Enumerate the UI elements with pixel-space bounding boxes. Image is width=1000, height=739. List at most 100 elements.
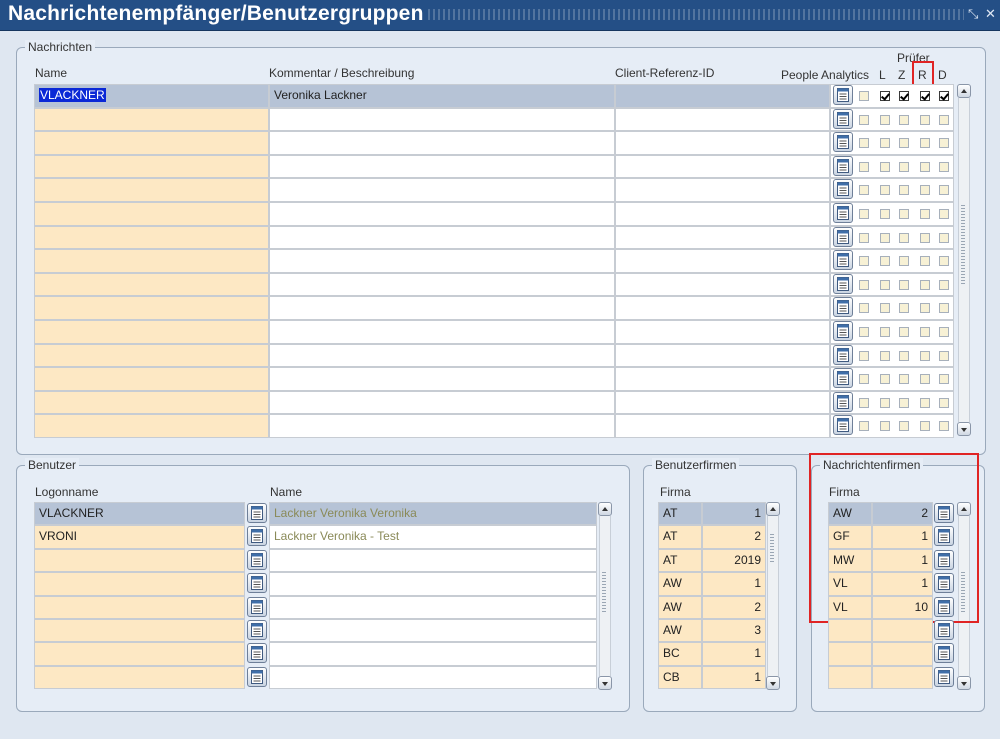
pruefer-z-checkbox[interactable] [899,351,909,361]
pruefer-d-checkbox[interactable] [939,115,949,125]
pruefer-l-checkbox[interactable] [880,233,890,243]
firma-number-field[interactable]: 10 [872,596,933,619]
pruefer-z-checkbox[interactable] [899,374,909,384]
firma-number-field[interactable]: 1 [702,666,766,689]
list-of-values-button[interactable] [247,550,267,570]
benutzer-name-field[interactable]: Lackner Veronika Veronika [269,502,597,525]
firma-code-field[interactable]: VL [828,596,872,619]
list-of-values-button[interactable] [934,620,954,640]
pruefer-z-checkbox[interactable] [899,280,909,290]
name-field[interactable]: VLACKNER [34,84,269,108]
pruefer-l-checkbox[interactable] [880,303,890,313]
pruefer-d-checkbox[interactable] [939,233,949,243]
firma-code-field[interactable]: AW [828,502,872,525]
client-referenz-field[interactable] [615,320,830,344]
kommentar-field[interactable] [269,155,615,178]
list-of-values-button[interactable] [247,526,267,546]
list-of-values-button[interactable] [247,573,267,593]
name-field[interactable] [34,226,269,249]
pruefer-d-checkbox[interactable] [939,91,949,101]
scroll-up-button[interactable] [957,502,971,516]
list-of-values-button[interactable] [833,156,853,176]
pruefer-d-checkbox[interactable] [939,351,949,361]
list-of-values-button[interactable] [833,321,853,341]
people-analytics-checkbox[interactable] [859,233,869,243]
pruefer-r-checkbox[interactable] [920,280,930,290]
pruefer-z-checkbox[interactable] [899,233,909,243]
firma-number-field[interactable]: 3 [702,619,766,642]
list-of-values-button[interactable] [833,109,853,129]
pruefer-r-checkbox[interactable] [920,421,930,431]
client-referenz-field[interactable] [615,155,830,178]
firma-number-field[interactable]: 1 [872,549,933,572]
list-of-values-button[interactable] [833,345,853,365]
pruefer-d-checkbox[interactable] [939,327,949,337]
client-referenz-field[interactable] [615,344,830,367]
people-analytics-checkbox[interactable] [859,162,869,172]
name-field[interactable] [34,296,269,320]
pruefer-d-checkbox[interactable] [939,303,949,313]
client-referenz-field[interactable] [615,202,830,226]
scroll-up-button[interactable] [598,502,612,516]
kommentar-field[interactable] [269,226,615,249]
list-of-values-button[interactable] [833,297,853,317]
people-analytics-checkbox[interactable] [859,138,869,148]
logonname-field[interactable] [34,619,245,642]
firma-number-field[interactable]: 2019 [702,549,766,572]
kommentar-field[interactable] [269,320,615,344]
list-of-values-button[interactable] [247,667,267,687]
pruefer-d-checkbox[interactable] [939,209,949,219]
pruefer-z-checkbox[interactable] [899,303,909,313]
list-of-values-button[interactable] [833,274,853,294]
pruefer-l-checkbox[interactable] [880,280,890,290]
name-field[interactable] [34,320,269,344]
kommentar-field[interactable] [269,391,615,414]
benutzer-name-field[interactable]: Lackner Veronika - Test [269,525,597,549]
name-field[interactable] [34,414,269,438]
list-of-values-button[interactable] [934,503,954,523]
list-of-values-button[interactable] [247,503,267,523]
list-of-values-button[interactable] [833,368,853,388]
people-analytics-checkbox[interactable] [859,256,869,266]
pruefer-d-checkbox[interactable] [939,256,949,266]
list-of-values-button[interactable] [934,643,954,663]
firma-code-field[interactable]: CB [658,666,702,689]
client-referenz-field[interactable] [615,108,830,131]
client-referenz-field[interactable] [615,84,830,108]
firma-code-field[interactable] [828,666,872,689]
list-of-values-button[interactable] [934,667,954,687]
benutzer-scrollbar[interactable] [598,502,612,690]
pruefer-r-checkbox[interactable] [920,398,930,408]
name-field[interactable] [34,131,269,155]
list-of-values-button[interactable] [934,550,954,570]
firma-number-field[interactable]: 1 [872,572,933,596]
pruefer-z-checkbox[interactable] [899,421,909,431]
name-field[interactable] [34,108,269,131]
pruefer-l-checkbox[interactable] [880,209,890,219]
scroll-grip[interactable] [770,532,774,562]
pruefer-z-checkbox[interactable] [899,91,909,101]
name-field[interactable] [34,155,269,178]
list-of-values-button[interactable] [247,620,267,640]
pruefer-z-checkbox[interactable] [899,209,909,219]
pruefer-r-checkbox[interactable] [920,209,930,219]
firma-code-field[interactable]: AT [658,502,702,525]
close-icon[interactable]: ✕ [985,7,996,21]
pruefer-l-checkbox[interactable] [880,162,890,172]
name-field[interactable] [34,178,269,202]
scroll-grip[interactable] [602,572,606,612]
benutzer-name-field[interactable] [269,596,597,619]
pruefer-l-checkbox[interactable] [880,115,890,125]
pruefer-r-checkbox[interactable] [920,351,930,361]
kommentar-field[interactable] [269,108,615,131]
pruefer-z-checkbox[interactable] [899,256,909,266]
name-field[interactable] [34,367,269,391]
benutzer-name-field[interactable] [269,666,597,689]
firma-code-field[interactable] [828,619,872,642]
client-referenz-field[interactable] [615,131,830,155]
logonname-field[interactable] [34,549,245,572]
scroll-down-button[interactable] [957,422,971,436]
list-of-values-button[interactable] [833,85,853,105]
list-of-values-button[interactable] [934,573,954,593]
kommentar-field[interactable] [269,178,615,202]
